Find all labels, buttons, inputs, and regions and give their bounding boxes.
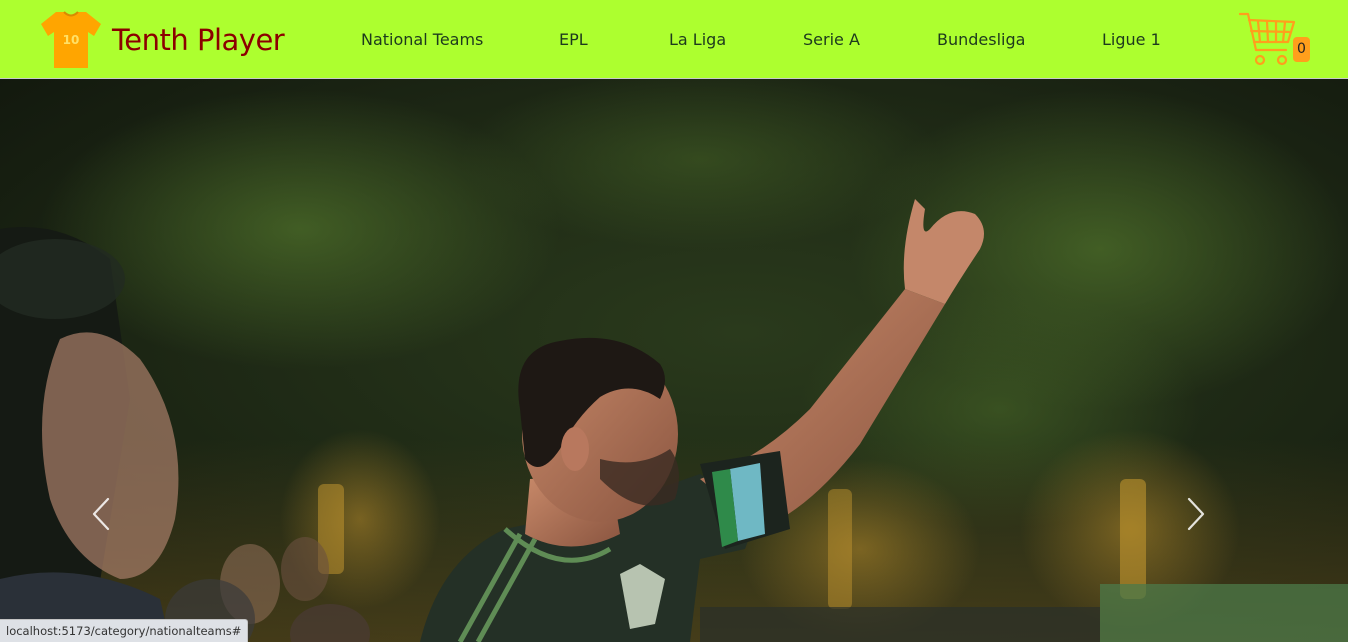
cart-count-badge: 0 bbox=[1293, 37, 1310, 62]
carousel-prev-button[interactable] bbox=[0, 79, 200, 642]
shopping-cart-icon bbox=[1238, 12, 1296, 66]
nav-link-la-liga[interactable]: La Liga bbox=[669, 30, 726, 49]
jersey-icon: 10 bbox=[41, 11, 101, 68]
jersey-number: 10 bbox=[63, 33, 80, 47]
chevron-right-icon bbox=[1187, 497, 1205, 531]
nav-link-serie-a[interactable]: Serie A bbox=[803, 30, 860, 49]
navbar: 10 Tenth Player National Teams EPL La Li… bbox=[0, 0, 1348, 79]
brand-name: Tenth Player bbox=[112, 23, 285, 57]
browser-status-url: localhost:5173/category/nationalteams# bbox=[0, 619, 249, 642]
nav-link-epl[interactable]: EPL bbox=[559, 30, 588, 49]
nav-link-national-teams[interactable]: National Teams bbox=[361, 30, 483, 49]
brand-link[interactable]: 10 Tenth Player bbox=[40, 10, 285, 70]
nav-link-bundesliga[interactable]: Bundesliga bbox=[937, 30, 1025, 49]
cart-button[interactable]: 0 bbox=[1238, 10, 1310, 68]
carousel-next-button[interactable] bbox=[1148, 79, 1348, 642]
nav-link-ligue-1[interactable]: Ligue 1 bbox=[1102, 30, 1161, 49]
soccer-player-photo bbox=[0, 79, 1348, 642]
chevron-left-icon bbox=[92, 497, 110, 531]
hero-carousel bbox=[0, 79, 1348, 642]
